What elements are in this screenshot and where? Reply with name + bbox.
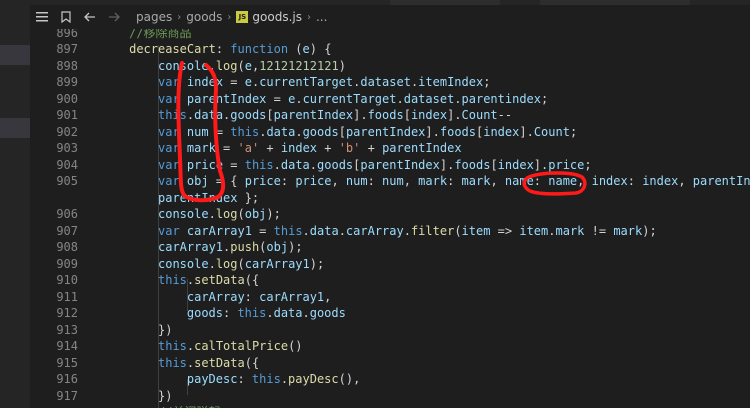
sidebar-item-selected[interactable]	[0, 118, 30, 138]
chevron-right-icon: ›	[306, 11, 311, 23]
explorer-sidebar	[0, 5, 30, 408]
js-file-icon: JS	[236, 11, 249, 23]
list-icon[interactable]	[30, 5, 54, 29]
chevron-right-icon: ›	[227, 11, 232, 23]
code-editor[interactable]: 896//移除商品 897 decreaseCart: function (e) {…	[30, 29, 750, 408]
sidebar-item[interactable]	[0, 45, 30, 65]
red-annotation-marks	[176, 61, 587, 203]
breadcrumb-item-more[interactable]: ...	[316, 10, 327, 24]
forward-arrow-icon[interactable]	[102, 5, 126, 29]
breadcrumb-item-goods[interactable]: goods	[186, 10, 222, 24]
breadcrumb: pages › goods › JS goods.js › ...	[136, 10, 327, 24]
back-arrow-icon[interactable]	[78, 5, 102, 29]
chevron-right-icon: ›	[177, 11, 182, 23]
breadcrumb-item-file[interactable]: goods.js	[252, 10, 302, 24]
bookmark-icon[interactable]	[54, 5, 78, 29]
breadcrumb-item-pages[interactable]: pages	[136, 10, 172, 24]
breadcrumb-bar: pages › goods › JS goods.js › ...	[30, 5, 750, 29]
